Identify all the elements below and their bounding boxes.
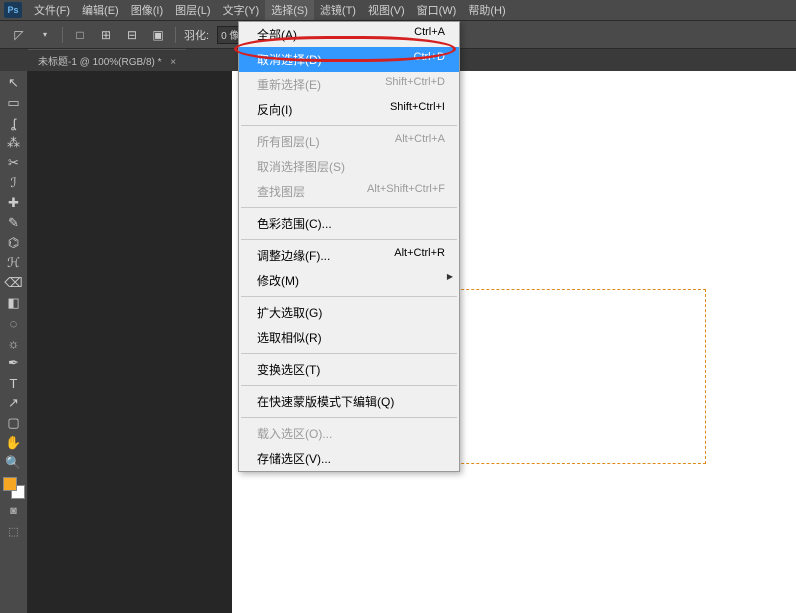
menu-item-label: 取消选择图层(S)	[257, 158, 345, 175]
menu-item-label: 查找图层	[257, 183, 305, 200]
menu-separator	[241, 207, 457, 208]
menu-item[interactable]: 调整边缘(F)... Alt+Ctrl+R	[239, 243, 459, 268]
menu-item[interactable]: 选取相似(R)	[239, 325, 459, 350]
menu-item[interactable]: 在快速蒙版模式下编辑(Q)	[239, 389, 459, 414]
marquee-tool-icon[interactable]: ▭	[3, 93, 25, 113]
menu-item-label: 所有图层(L)	[257, 133, 320, 150]
menu-item: 取消选择图层(S)	[239, 154, 459, 179]
dodge-tool-icon[interactable]: ☼	[3, 333, 25, 353]
screenmode-icon[interactable]: ⬚	[5, 523, 23, 539]
menu-item[interactable]: 反向(I) Shift+Ctrl+I	[239, 97, 459, 122]
menu-选择[interactable]: 选择(S)	[265, 0, 314, 20]
move-tool-icon[interactable]: ↖	[3, 73, 25, 93]
path-tool-icon[interactable]: ↗	[3, 393, 25, 413]
separator	[62, 27, 63, 43]
menu-item[interactable]: 存储选区(V)...	[239, 446, 459, 471]
menu-item-label: 色彩范围(C)...	[257, 215, 332, 232]
tool-palette: ↖ ▭ ʆ ⁂ ✂ ℐ ✚ ✎ ⌬ ℋ ⌫ ◧ ◌ ☼ ✒ T ↗ ▢ ✋ 🔍 …	[0, 71, 28, 613]
menu-item-label: 全部(A)	[257, 26, 297, 43]
wand-tool-icon[interactable]: ⁂	[3, 133, 25, 153]
pen-tool-icon[interactable]: ✒	[3, 353, 25, 373]
menu-item-label: 重新选择(E)	[257, 76, 321, 93]
menu-item: 重新选择(E) Shift+Ctrl+D	[239, 72, 459, 97]
type-tool-icon[interactable]: T	[3, 373, 25, 393]
menu-item-label: 选取相似(R)	[257, 329, 322, 346]
menu-item-label: 取消选择(D)	[257, 51, 322, 68]
menu-滤镜[interactable]: 滤镜(T)	[314, 0, 362, 20]
menu-item-shortcut: Alt+Ctrl+R	[394, 247, 445, 264]
menu-图层[interactable]: 图层(L)	[169, 0, 216, 20]
selection-new-icon[interactable]: □	[71, 26, 89, 44]
menu-item: 查找图层 Alt+Shift+Ctrl+F	[239, 179, 459, 204]
menu-item-shortcut: Alt+Shift+Ctrl+F	[367, 183, 445, 200]
brush-tool-icon[interactable]: ✎	[3, 213, 25, 233]
menu-item-label: 扩大选取(G)	[257, 304, 322, 321]
menu-item[interactable]: 全部(A) Ctrl+A	[239, 22, 459, 47]
tool-dropdown-icon[interactable]: ▾	[36, 26, 54, 44]
blur-tool-icon[interactable]: ◌	[3, 313, 25, 333]
lasso-tool-icon[interactable]: ʆ	[3, 113, 25, 133]
close-icon[interactable]: ×	[170, 57, 176, 68]
menu-item: 载入选区(O)...	[239, 421, 459, 446]
selection-intersect-icon[interactable]: ▣	[149, 26, 167, 44]
menubar: Ps 文件(F)编辑(E)图像(I)图层(L)文字(Y)选择(S)滤镜(T)视图…	[0, 0, 796, 21]
eraser-tool-icon[interactable]: ⌫	[3, 273, 25, 293]
menu-separator	[241, 296, 457, 297]
foreground-color-swatch[interactable]	[3, 477, 17, 491]
history-brush-tool-icon[interactable]: ℋ	[3, 253, 25, 273]
menu-item-label: 载入选区(O)...	[257, 425, 332, 442]
select-menu-dropdown: 全部(A) Ctrl+A 取消选择(D) Ctrl+D 重新选择(E) Shift+Ctr…	[238, 21, 460, 472]
menu-item-label: 调整边缘(F)...	[257, 247, 330, 264]
document-tab[interactable]: 未标题-1 @ 100%(RGB/8) * ×	[28, 49, 186, 71]
crop-tool-icon[interactable]: ✂	[3, 153, 25, 173]
menu-item[interactable]: 色彩范围(C)...	[239, 211, 459, 236]
menu-视图[interactable]: 视图(V)	[362, 0, 411, 20]
menu-item-label: 修改(M)	[257, 272, 299, 289]
menu-separator	[241, 125, 457, 126]
menu-文件[interactable]: 文件(F)	[28, 0, 76, 20]
menu-item-label: 在快速蒙版模式下编辑(Q)	[257, 393, 394, 410]
feather-label: 羽化:	[184, 27, 209, 43]
selection-add-icon[interactable]: ⊞	[97, 26, 115, 44]
hand-tool-icon[interactable]: ✋	[3, 433, 25, 453]
menu-item-shortcut: Alt+Ctrl+A	[395, 133, 445, 150]
shape-tool-icon[interactable]: ▢	[3, 413, 25, 433]
gradient-tool-icon[interactable]: ◧	[3, 293, 25, 313]
menu-item-label: 反向(I)	[257, 101, 292, 118]
menu-item-label: 存储选区(V)...	[257, 450, 331, 467]
menu-item[interactable]: 取消选择(D) Ctrl+D	[239, 47, 459, 72]
menu-图像[interactable]: 图像(I)	[125, 0, 169, 20]
selection-marquee[interactable]	[441, 289, 706, 464]
menu-编辑[interactable]: 编辑(E)	[76, 0, 125, 20]
eyedropper-tool-icon[interactable]: ℐ	[3, 173, 25, 193]
stamp-tool-icon[interactable]: ⌬	[3, 233, 25, 253]
menu-item[interactable]: 修改(M)	[239, 268, 459, 293]
menu-separator	[241, 353, 457, 354]
menu-item[interactable]: 变换选区(T)	[239, 357, 459, 382]
color-swatches[interactable]	[3, 477, 25, 499]
menu-文字[interactable]: 文字(Y)	[217, 0, 266, 20]
quickmask-icon[interactable]: ◙	[5, 503, 23, 519]
menu-帮助[interactable]: 帮助(H)	[462, 0, 511, 20]
menu-item: 所有图层(L) Alt+Ctrl+A	[239, 129, 459, 154]
current-tool-icon[interactable]: ◸	[10, 26, 28, 44]
menu-item-shortcut: Ctrl+D	[414, 51, 445, 68]
menu-item-shortcut: Shift+Ctrl+D	[385, 76, 445, 93]
app-logo: Ps	[4, 2, 22, 18]
selection-subtract-icon[interactable]: ⊟	[123, 26, 141, 44]
menu-item-label: 变换选区(T)	[257, 361, 320, 378]
separator	[175, 27, 176, 43]
menu-item-shortcut: Ctrl+A	[414, 26, 445, 43]
menu-separator	[241, 417, 457, 418]
menu-item-shortcut: Shift+Ctrl+I	[390, 101, 445, 118]
menu-窗口[interactable]: 窗口(W)	[411, 0, 463, 20]
healing-tool-icon[interactable]: ✚	[3, 193, 25, 213]
menu-separator	[241, 385, 457, 386]
menu-separator	[241, 239, 457, 240]
zoom-tool-icon[interactable]: 🔍	[3, 453, 25, 473]
document-tab-label: 未标题-1 @ 100%(RGB/8) *	[38, 57, 162, 68]
menu-item[interactable]: 扩大选取(G)	[239, 300, 459, 325]
